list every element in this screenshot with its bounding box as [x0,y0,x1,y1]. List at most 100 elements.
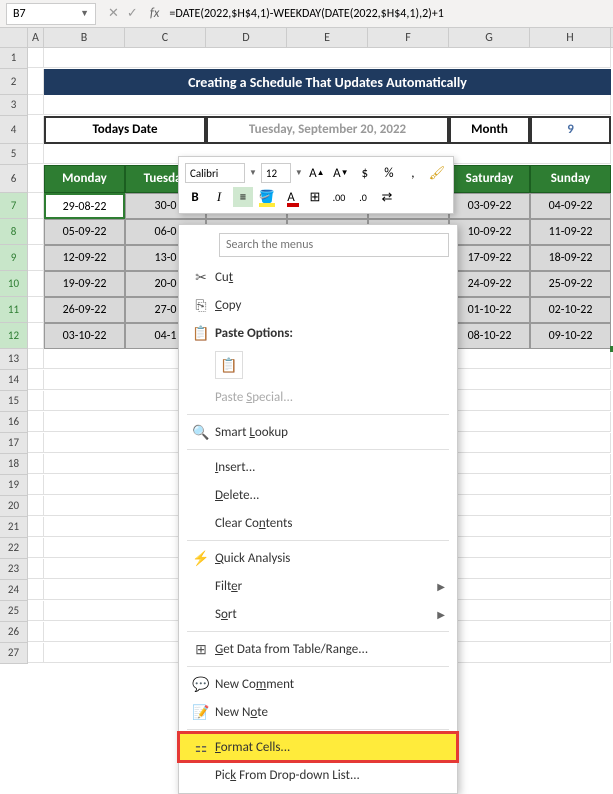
row-header[interactable]: 19 [0,475,28,496]
col-header[interactable]: C [125,28,206,47]
menu-new-note[interactable]: 📝 New Note [179,698,457,726]
chevron-down-icon[interactable]: ▼ [80,8,89,19]
menu-delete[interactable]: Delete... [179,481,457,509]
row-header[interactable]: 4 [0,116,28,144]
date-cell[interactable]: 18-09-22 [530,245,611,271]
col-header[interactable]: G [449,28,530,47]
row-header[interactable]: 8 [0,219,28,245]
row-header[interactable]: 25 [0,601,28,622]
name-box[interactable]: B7 ▼ [6,3,96,25]
chevron-down-icon[interactable]: ▼ [249,168,257,178]
row-header[interactable]: 20 [0,496,28,517]
date-cell[interactable]: 08-10-22 [449,323,530,349]
row-header[interactable]: 1 [0,48,28,69]
cancel-icon[interactable]: ✕ [108,6,119,21]
font-color-icon[interactable]: A [281,187,301,207]
menu-new-comment[interactable]: 💬 New Comment [179,670,457,698]
row-header[interactable]: 11 [0,297,28,323]
row-header[interactable]: 17 [0,433,28,454]
row-header[interactable]: 13 [0,349,28,370]
border-icon[interactable]: ⊞ [305,187,325,207]
menu-search-input[interactable] [219,233,449,257]
date-cell[interactable]: 02-10-22 [530,297,611,323]
merge-icon[interactable]: ⇄ [377,187,397,207]
increase-font-icon[interactable]: A▲ [307,163,327,183]
col-header[interactable]: E [287,28,368,47]
row-header[interactable]: 12 [0,323,28,349]
format-cells-icon: ⚏ [187,739,215,756]
menu-cut[interactable]: ✂ Cut [179,263,457,291]
date-cell[interactable]: 12-09-22 [44,245,125,271]
menu-copy[interactable]: ⎘ Copy [179,291,457,319]
date-cell[interactable]: 04-09-22 [530,193,611,219]
row-header[interactable]: 23 [0,559,28,580]
decimal-dec-icon[interactable]: .0 [353,187,373,207]
date-cell[interactable]: 03-10-22 [44,323,125,349]
row-header[interactable]: 9 [0,245,28,271]
row-header[interactable]: 2 [0,69,28,95]
row-header[interactable]: 6 [0,165,28,193]
menu-sort[interactable]: Sort▶ [179,600,457,628]
menu-format-cells[interactable]: ⚏ Format Cells... [179,733,457,761]
bold-button[interactable]: B [185,187,205,207]
col-header[interactable]: A [28,28,44,47]
menu-filter[interactable]: Filter▶ [179,572,457,600]
fx-icon[interactable]: fx [144,6,166,21]
comment-icon: 💬 [187,676,215,693]
font-size-select[interactable] [261,163,291,183]
row-header[interactable]: 3 [0,95,28,116]
date-cell[interactable]: 09-10-22 [530,323,611,349]
menu-smart-lookup[interactable]: 🔍 Smart Lookup [179,418,457,446]
col-header[interactable]: H [530,28,611,47]
comma-icon[interactable]: , [403,163,423,183]
paste-button[interactable]: 📋 [215,351,243,379]
decimal-inc-icon[interactable]: .00 [329,187,349,207]
date-cell[interactable]: 26-09-22 [44,297,125,323]
chevron-down-icon[interactable]: ▼ [295,168,303,178]
date-cell[interactable]: 25-09-22 [530,271,611,297]
date-cell[interactable]: 29-08-22 [44,193,125,219]
row-header[interactable]: 5 [0,144,28,165]
percent-icon[interactable]: % [379,163,399,183]
row-header[interactable]: 24 [0,580,28,601]
col-header[interactable]: B [44,28,125,47]
currency-icon[interactable]: $ [355,163,375,183]
date-cell[interactable]: 01-10-22 [449,297,530,323]
row-header[interactable]: 7 [0,193,28,219]
date-cell[interactable]: 17-09-22 [449,245,530,271]
row-header[interactable]: 16 [0,412,28,433]
row-header[interactable]: 14 [0,370,28,391]
format-painter-icon[interactable]: 🖌 [427,163,447,183]
row-header[interactable]: 21 [0,517,28,538]
row-header[interactable]: 18 [0,454,28,475]
date-cell[interactable]: 11-09-22 [530,219,611,245]
row-header[interactable]: 10 [0,271,28,297]
font-select[interactable] [185,163,245,183]
page-title: Creating a Schedule That Updates Automat… [44,69,611,95]
menu-quick-analysis[interactable]: ⚡ Quick Analysis [179,544,457,572]
date-cell[interactable]: 03-09-22 [449,193,530,219]
row-header[interactable]: 27 [0,643,28,664]
align-center-icon[interactable]: ≡ [233,187,253,207]
col-header[interactable]: D [206,28,287,47]
italic-button[interactable]: I [209,187,229,207]
date-cell[interactable]: 05-09-22 [44,219,125,245]
menu-get-data[interactable]: ⊞ Get Data from Table/Range... [179,635,457,663]
month-label: Month [449,116,530,144]
col-header[interactable]: F [368,28,449,47]
row-header[interactable]: 22 [0,538,28,559]
enter-icon[interactable]: ✓ [127,6,138,21]
row-header[interactable]: 15 [0,391,28,412]
row-header[interactable]: 26 [0,622,28,643]
menu-search[interactable] [219,233,449,257]
fill-color-icon[interactable]: 🪣 [257,187,277,207]
date-cell[interactable]: 24-09-22 [449,271,530,297]
menu-insert[interactable]: Insert... [179,453,457,481]
date-cell[interactable]: 10-09-22 [449,219,530,245]
menu-pick-list[interactable]: Pick From Drop-down List... [179,761,457,789]
date-cell[interactable]: 19-09-22 [44,271,125,297]
formula-input[interactable]: =DATE(2022,$H$4,1)-WEEKDAY(DATE(2022,$H$… [165,7,613,21]
menu-clear-contents[interactable]: Clear Contents [179,509,457,537]
select-all-corner[interactable] [0,28,28,47]
decrease-font-icon[interactable]: A▼ [331,163,351,183]
